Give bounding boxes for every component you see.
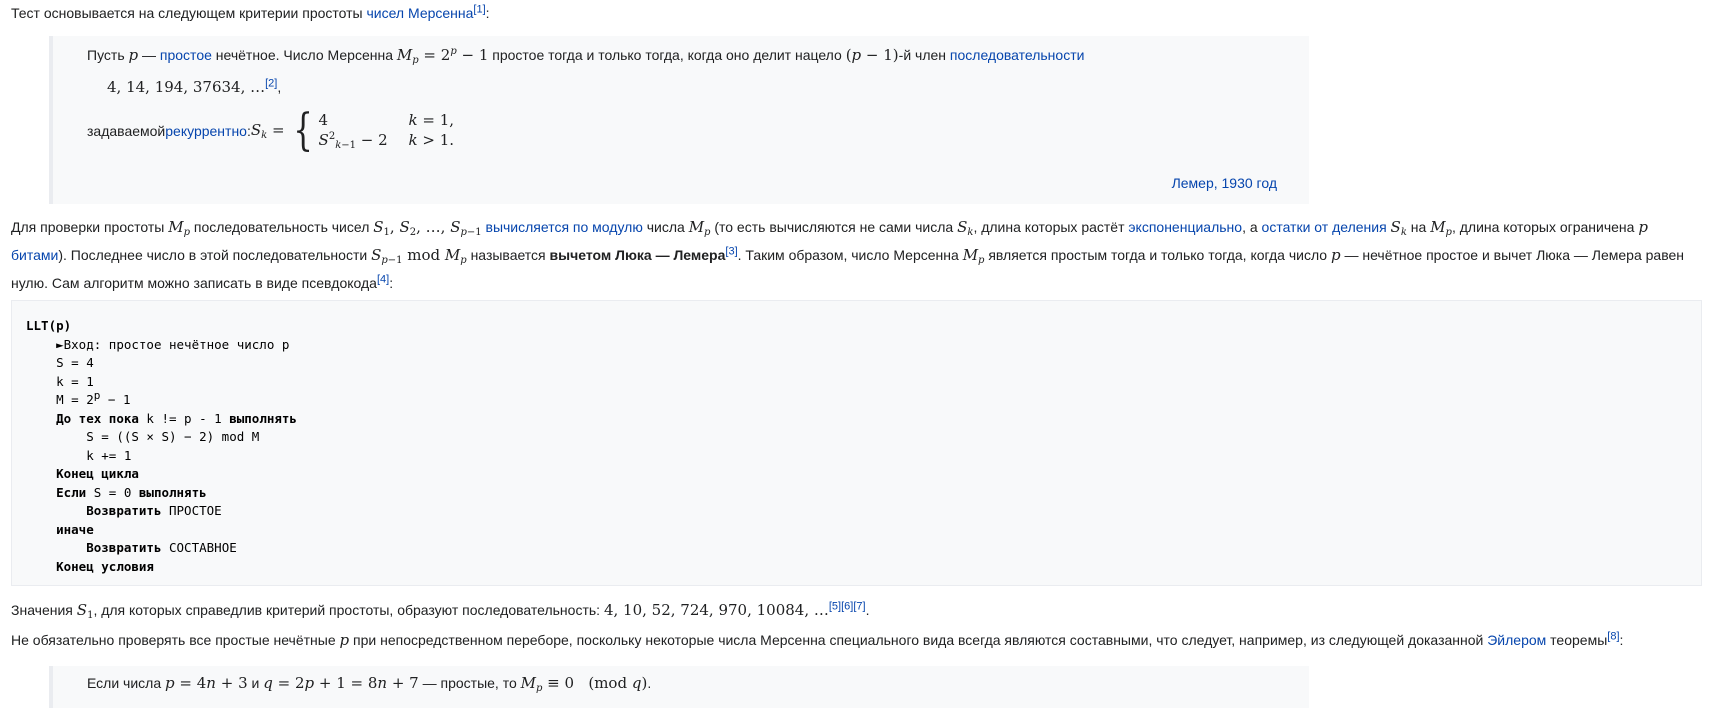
link-mersenne-numbers[interactable]: чисел Мерсенна bbox=[367, 5, 474, 21]
math-p-def: p = 4n + 3 bbox=[165, 674, 248, 692]
sequence-formula: 4, 14, 194, 37634, …[2], bbox=[107, 77, 282, 96]
pseudocode-block: LLT(p) ►Вход: простое нечётное число p S… bbox=[11, 300, 1702, 586]
math-congruence: Mp ≡ 0 (mod q) bbox=[520, 674, 648, 694]
ref-8[interactable]: [8] bbox=[1607, 630, 1619, 642]
link-euler[interactable]: Эйлером bbox=[1487, 632, 1546, 648]
ref-2[interactable]: [2] bbox=[265, 77, 277, 89]
theorem-quote-euler: Если числа p = 4n + 3 и q = 2p + 1 = 8n … bbox=[49, 666, 1309, 708]
link-exponential[interactable]: экспоненциально bbox=[1128, 219, 1242, 235]
theorem-quote-lehmer: Пусть p — простое нечётное. Число Мерсен… bbox=[49, 36, 1309, 204]
link-sequence[interactable]: последовательности bbox=[950, 47, 1085, 63]
link-remainder[interactable]: остатки от деления bbox=[1262, 219, 1387, 235]
math-mersenne-def: Mp = 2p − 1 bbox=[396, 46, 489, 66]
case1-condition: k = 1, bbox=[408, 111, 455, 129]
refs-5-6-7[interactable]: [5][6][7] bbox=[829, 600, 866, 612]
math-S-sequence: S1, S2, …, Sp−1 bbox=[373, 218, 482, 238]
check-paragraph: Для проверки простоты Mp последовательно… bbox=[11, 218, 1684, 291]
math-residue: Sp−1 mod Mp bbox=[371, 246, 467, 266]
ref-4[interactable]: [4] bbox=[377, 273, 389, 285]
math-s1-sequence: 4, 10, 52, 724, 970, 10084, … bbox=[603, 601, 829, 619]
theorem-statement: Пусть p — простое нечётное. Число Мерсен… bbox=[87, 46, 1085, 66]
math-Mp: Mp bbox=[168, 218, 190, 238]
intro-paragraph: Тест основывается на следующем критерии … bbox=[11, 2, 490, 25]
math-term-index: (p − 1) bbox=[845, 46, 899, 64]
code-line-1: LLT(p) bbox=[26, 318, 72, 333]
case2-value: S2k−1 − 2 bbox=[318, 131, 388, 151]
math-S1: S1 bbox=[76, 601, 94, 621]
math-recurrence-lhs: Sk = bbox=[250, 121, 285, 141]
euler-paragraph: Не обязательно проверять все простые неч… bbox=[11, 630, 1624, 649]
term-lucas-lehmer-residue: вычетом Люка — Лемера bbox=[549, 247, 726, 263]
link-modular-arithmetic[interactable]: вычисляется по модулю bbox=[486, 219, 643, 235]
case1-value: 4 bbox=[318, 111, 329, 129]
math-q-def: q = 2p + 1 = 8n + 7 bbox=[263, 674, 419, 692]
link-prime[interactable]: простое bbox=[160, 47, 212, 63]
s1-paragraph: Значения S1, для которых справедлив крит… bbox=[11, 600, 870, 621]
math-p: p bbox=[128, 46, 139, 64]
intro-text: Тест основывается на следующем критерии … bbox=[11, 5, 367, 21]
attribution-link[interactable]: Лемер, 1930 год bbox=[1172, 175, 1277, 191]
ref-3[interactable]: [3] bbox=[725, 245, 737, 257]
intro-tail: : bbox=[485, 5, 490, 21]
code-line-2: ►Вход: простое нечётное число p bbox=[56, 336, 290, 352]
recurrence-definition: задаваемой рекуррентно: Sk = { 4 k = 1, … bbox=[87, 109, 519, 153]
math-sequence: 4, 14, 194, 37634, … bbox=[107, 78, 266, 96]
link-recurrent[interactable]: рекуррентно bbox=[165, 123, 247, 139]
case2-condition: k > 1. bbox=[408, 131, 455, 149]
left-brace-glyph: { bbox=[292, 105, 313, 156]
ref-1[interactable]: [1] bbox=[473, 3, 485, 15]
math-cases: { 4 k = 1, S2k−1 − 2 k > 1. bbox=[289, 109, 519, 153]
pseudocode: LLT(p) ►Вход: простое нечётное число p S… bbox=[26, 318, 297, 574]
euler-theorem-statement: Если числа p = 4n + 3 и q = 2p + 1 = 8n … bbox=[87, 674, 652, 694]
link-bits[interactable]: битами bbox=[11, 247, 58, 263]
